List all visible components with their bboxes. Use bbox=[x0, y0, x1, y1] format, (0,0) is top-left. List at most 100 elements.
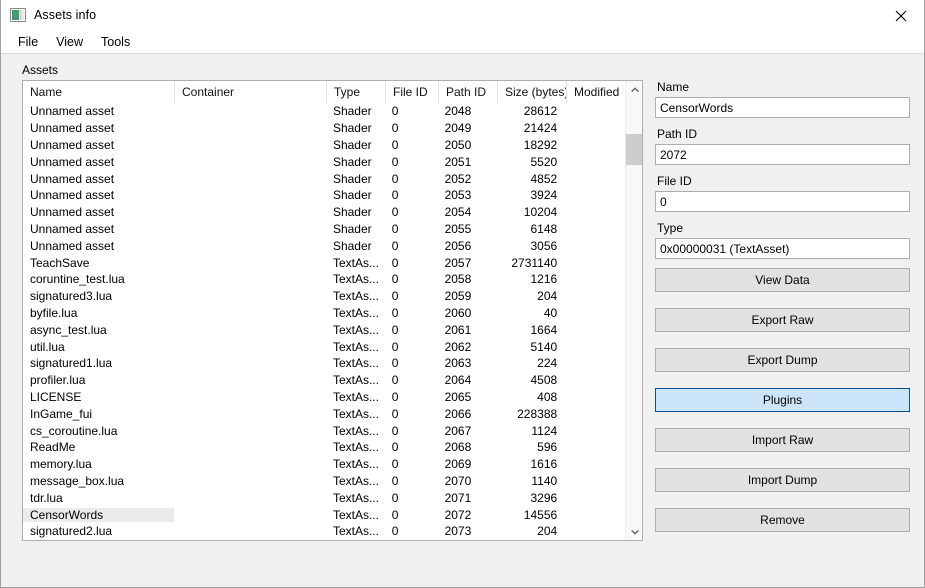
cell-file_id: 0 bbox=[385, 440, 438, 454]
menu-item-tools[interactable]: Tools bbox=[92, 32, 139, 52]
column-header-file-id[interactable]: File ID bbox=[386, 81, 439, 103]
cell-size: 204 bbox=[496, 289, 565, 303]
column-header-type[interactable]: Type bbox=[327, 81, 386, 103]
cell-size: 18292 bbox=[496, 138, 565, 152]
cell-file_id: 0 bbox=[385, 424, 438, 438]
table-row[interactable]: Unnamed assetShader0204828612 bbox=[23, 103, 625, 120]
menu-item-file[interactable]: File bbox=[9, 32, 47, 52]
assets-info-window: Assets info File View Tools Assets Name … bbox=[0, 0, 925, 588]
cell-size: 204 bbox=[496, 524, 565, 538]
table-row[interactable]: profiler.luaTextAs...020644508 bbox=[23, 372, 625, 389]
cell-name: LICENSE bbox=[23, 390, 174, 404]
cell-type: Shader bbox=[326, 155, 385, 169]
cell-name: Unnamed asset bbox=[23, 138, 174, 152]
remove-button[interactable]: Remove bbox=[655, 508, 910, 532]
table-row[interactable]: byfile.luaTextAs...0206040 bbox=[23, 305, 625, 322]
cell-size: 21424 bbox=[496, 121, 565, 135]
table-row[interactable]: InGame_fuiTextAs...02066228388 bbox=[23, 405, 625, 422]
import-raw-button[interactable]: Import Raw bbox=[655, 428, 910, 452]
cell-name: TeachSave bbox=[23, 256, 174, 270]
cell-size: 1140 bbox=[496, 474, 565, 488]
asset-details-panel: Name Path ID File ID Type View Data Expo… bbox=[655, 80, 910, 548]
cell-size: 1616 bbox=[496, 457, 565, 471]
cell-type: TextAs... bbox=[326, 323, 385, 337]
cell-path_id: 2053 bbox=[438, 188, 497, 202]
cell-file_id: 0 bbox=[385, 407, 438, 421]
table-row[interactable]: Unnamed assetShader020515520 bbox=[23, 153, 625, 170]
file-id-field[interactable] bbox=[655, 191, 910, 212]
menu-item-view[interactable]: View bbox=[47, 32, 92, 52]
cell-size: 1664 bbox=[496, 323, 565, 337]
cell-size: 228388 bbox=[496, 407, 565, 421]
cell-path_id: 2062 bbox=[438, 340, 497, 354]
cell-file_id: 0 bbox=[385, 340, 438, 354]
cell-file_id: 0 bbox=[385, 474, 438, 488]
scroll-up-icon[interactable] bbox=[626, 81, 643, 98]
table-row[interactable]: signatured1.luaTextAs...02063224 bbox=[23, 355, 625, 372]
table-row[interactable]: ReadMeTextAs...02068596 bbox=[23, 439, 625, 456]
table-row[interactable]: cs_coroutine.luaTextAs...020671124 bbox=[23, 422, 625, 439]
cell-size: 6148 bbox=[496, 222, 565, 236]
view-data-button[interactable]: View Data bbox=[655, 268, 910, 292]
plugins-button[interactable]: Plugins bbox=[655, 388, 910, 412]
table-row[interactable]: util.luaTextAs...020625140 bbox=[23, 338, 625, 355]
cell-type: TextAs... bbox=[326, 373, 385, 387]
table-row[interactable]: LICENSETextAs...02065408 bbox=[23, 389, 625, 406]
cell-file_id: 0 bbox=[385, 323, 438, 337]
table-row[interactable]: Unnamed assetShader020533924 bbox=[23, 187, 625, 204]
cell-name: signatured3.lua bbox=[23, 289, 174, 303]
cell-type: Shader bbox=[326, 172, 385, 186]
cell-type: TextAs... bbox=[326, 340, 385, 354]
column-header-name[interactable]: Name bbox=[23, 81, 175, 103]
cell-path_id: 2063 bbox=[438, 356, 497, 370]
import-dump-button[interactable]: Import Dump bbox=[655, 468, 910, 492]
path-id-field[interactable] bbox=[655, 144, 910, 165]
table-row[interactable]: tdr.luaTextAs...020713296 bbox=[23, 489, 625, 506]
scrollbar-thumb[interactable] bbox=[626, 134, 643, 165]
export-raw-button[interactable]: Export Raw bbox=[655, 308, 910, 332]
name-field[interactable] bbox=[655, 97, 910, 118]
close-icon[interactable] bbox=[878, 0, 924, 31]
column-header-size[interactable]: Size (bytes) bbox=[498, 81, 567, 103]
cell-name: memory.lua bbox=[23, 457, 174, 471]
table-row[interactable]: Unnamed assetShader0204921424 bbox=[23, 120, 625, 137]
column-header-container[interactable]: Container bbox=[175, 81, 327, 103]
cell-path_id: 2052 bbox=[438, 172, 497, 186]
column-header-modified[interactable]: Modified bbox=[567, 81, 627, 103]
table-row[interactable]: Unnamed assetShader0205410204 bbox=[23, 204, 625, 221]
cell-type: TextAs... bbox=[326, 306, 385, 320]
table-row[interactable]: CensorWordsTextAs...0207214556 bbox=[23, 506, 625, 523]
cell-name: signatured2.lua bbox=[23, 524, 174, 538]
scroll-down-icon[interactable] bbox=[626, 523, 643, 540]
table-row[interactable]: memory.luaTextAs...020691616 bbox=[23, 456, 625, 473]
path-id-field-label: Path ID bbox=[657, 127, 910, 141]
table-row[interactable]: Unnamed assetShader020524852 bbox=[23, 170, 625, 187]
cell-size: 4852 bbox=[496, 172, 565, 186]
cell-type: TextAs... bbox=[326, 424, 385, 438]
list-vertical-scrollbar[interactable] bbox=[625, 81, 642, 540]
table-row[interactable]: message_box.luaTextAs...020701140 bbox=[23, 473, 625, 490]
column-header-path-id[interactable]: Path ID bbox=[439, 81, 498, 103]
table-row[interactable]: Unnamed assetShader020563056 bbox=[23, 237, 625, 254]
cell-name: Unnamed asset bbox=[23, 104, 174, 118]
table-row[interactable]: async_test.luaTextAs...020611664 bbox=[23, 321, 625, 338]
table-row[interactable]: Unnamed assetShader0205018292 bbox=[23, 137, 625, 154]
table-row[interactable]: signatured3.luaTextAs...02059204 bbox=[23, 288, 625, 305]
cell-size: 2731140 bbox=[496, 256, 565, 270]
cell-path_id: 2065 bbox=[438, 390, 497, 404]
cell-file_id: 0 bbox=[385, 524, 438, 538]
table-row[interactable]: Unnamed assetShader020556148 bbox=[23, 221, 625, 238]
cell-path_id: 2059 bbox=[438, 289, 497, 303]
type-field[interactable] bbox=[655, 238, 910, 259]
cell-file_id: 0 bbox=[385, 138, 438, 152]
cell-file_id: 0 bbox=[385, 390, 438, 404]
table-row[interactable]: coruntine_test.luaTextAs...020581216 bbox=[23, 271, 625, 288]
assets-group-label: Assets bbox=[22, 63, 58, 77]
cell-path_id: 2067 bbox=[438, 424, 497, 438]
assets-list-view[interactable]: Name Container Type File ID Path ID Size… bbox=[22, 80, 643, 541]
table-row[interactable]: signatured2.luaTextAs...02073204 bbox=[23, 523, 625, 540]
cell-size: 14556 bbox=[496, 508, 565, 522]
table-row[interactable]: TeachSaveTextAs...020572731140 bbox=[23, 254, 625, 271]
cell-path_id: 2070 bbox=[438, 474, 497, 488]
export-dump-button[interactable]: Export Dump bbox=[655, 348, 910, 372]
